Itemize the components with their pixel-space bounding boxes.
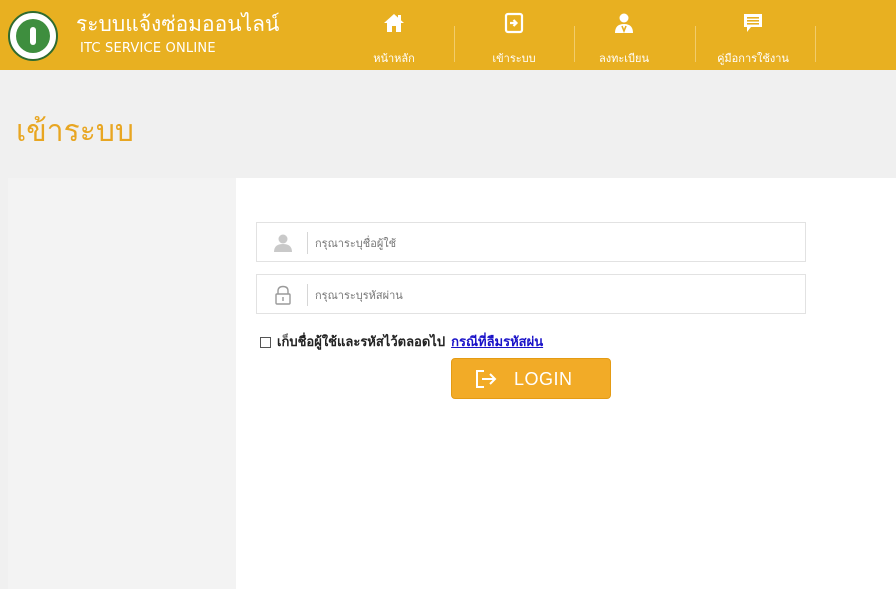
password-field[interactable] bbox=[256, 274, 806, 314]
nav-label-manual: คู่มือการใช้งาน bbox=[717, 52, 789, 65]
nav-item-manual[interactable]: คู่มือการใช้งาน bbox=[698, 0, 808, 70]
password-input[interactable] bbox=[315, 283, 785, 307]
manual-chat-icon bbox=[744, 14, 762, 32]
nav-label-login: เข้าระบบ bbox=[492, 52, 536, 65]
remember-me-checkbox[interactable] bbox=[260, 336, 271, 348]
nav-item-home[interactable]: หน้าหลัก bbox=[354, 0, 434, 70]
nav-item-login[interactable]: เข้าระบบ bbox=[474, 0, 554, 70]
home-icon bbox=[384, 14, 404, 32]
nav-label-register: ลงทะเบียน bbox=[599, 52, 649, 65]
sign-in-arrow-icon bbox=[476, 370, 497, 388]
brand-title-thai[interactable]: ระบบแจ้งซ่อมออนไลน์ bbox=[76, 12, 279, 36]
lock-icon bbox=[275, 285, 291, 305]
brand-title-english[interactable]: ITC SERVICE ONLINE bbox=[80, 41, 216, 57]
login-button[interactable]: LOGIN bbox=[451, 358, 611, 399]
user-icon bbox=[274, 234, 292, 252]
field-divider bbox=[307, 232, 308, 254]
nav-label-home: หน้าหลัก bbox=[373, 52, 415, 65]
sign-in-icon bbox=[504, 12, 524, 34]
nav-item-register[interactable]: ลงทะเบียน bbox=[584, 0, 664, 70]
nav-divider bbox=[815, 26, 816, 62]
nav-divider bbox=[574, 26, 575, 62]
field-divider bbox=[307, 284, 308, 306]
remember-me-label: เก็บชื่อผู้ใช้และรหัสไว้ตลอดไป bbox=[277, 335, 446, 350]
top-navbar: ระบบแจ้งซ่อมออนไลน์ ITC SERVICE ONLINE ห… bbox=[0, 0, 896, 70]
username-input[interactable] bbox=[315, 231, 785, 255]
remember-me-row: เก็บชื่อผู้ใช้และรหัสไว้ตลอดไป กรณีที่ลืม… bbox=[260, 334, 543, 352]
forgot-password-link[interactable]: กรณีที่ลืมรหัสผ่น bbox=[451, 335, 543, 350]
nav-divider bbox=[454, 26, 455, 62]
left-panel bbox=[8, 178, 236, 589]
logo-emblem-icon bbox=[16, 19, 50, 53]
logo[interactable] bbox=[8, 11, 58, 61]
login-button-label: LOGIN bbox=[514, 369, 573, 389]
username-field[interactable] bbox=[256, 222, 806, 262]
user-register-icon bbox=[615, 13, 633, 34]
page-title: เข้าระบบ bbox=[16, 114, 134, 149]
nav-divider bbox=[695, 26, 696, 62]
